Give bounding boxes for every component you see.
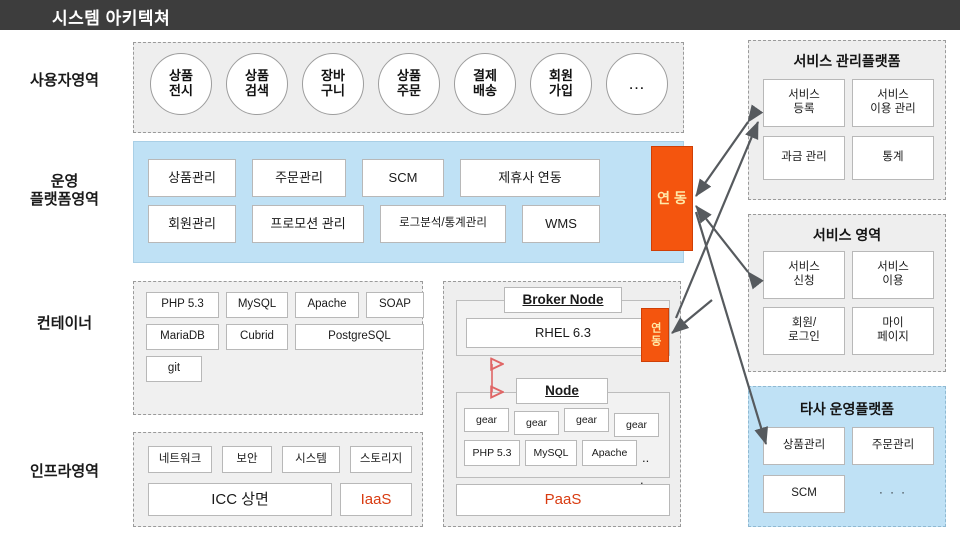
- service-area-item-use[interactable]: 서비스 이용: [852, 251, 934, 299]
- page-title: 시스템 아키텍쳐: [52, 9, 171, 28]
- container-item-git[interactable]: git: [146, 356, 202, 382]
- infra-item-network[interactable]: 네트워크: [148, 446, 212, 473]
- third-party-item-scm[interactable]: SCM: [763, 475, 845, 513]
- user-item-cart[interactable]: 장바 구니: [302, 53, 364, 115]
- container-item-soap[interactable]: SOAP: [366, 292, 424, 318]
- ops-item-order-mgmt[interactable]: 주문관리: [252, 159, 346, 197]
- service-mgmt-item-usage-mgmt[interactable]: 서비스 이용 관리: [852, 79, 934, 127]
- infra-item-storage[interactable]: 스토리지: [350, 446, 412, 473]
- ops-item-wms[interactable]: WMS: [522, 205, 600, 243]
- service-area-item-apply[interactable]: 서비스 신청: [763, 251, 845, 299]
- container-item-apache[interactable]: Apache: [295, 292, 359, 318]
- container-item-mariadb[interactable]: MariaDB: [146, 324, 219, 350]
- node-stack-mysql[interactable]: MySQL: [525, 440, 577, 466]
- node-title: Node: [516, 378, 608, 404]
- infra-item-security[interactable]: 보안: [222, 446, 272, 473]
- service-area-title: 서비스 영역: [812, 227, 882, 243]
- user-area-region: 상품 전시 상품 검색 장바 구니 상품 주문 결제 배송 회원 가입 …: [133, 42, 684, 133]
- ops-item-member-mgmt[interactable]: 회원관리: [148, 205, 236, 243]
- third-party-item-order-mgmt[interactable]: 주문관리: [852, 427, 934, 465]
- node-gear-1[interactable]: gear: [464, 408, 509, 432]
- node-gear-3[interactable]: gear: [564, 408, 609, 432]
- ops-item-log-stats[interactable]: 로그분석/통계관리: [380, 205, 506, 243]
- paas-integration-label: 연동: [649, 322, 662, 348]
- service-mgmt-platform-title: 서비스 관리플랫폼: [793, 53, 901, 69]
- arrow-ops-to-service-mgmt: [695, 104, 764, 197]
- service-mgmt-item-billing[interactable]: 과금 관리: [763, 136, 845, 180]
- paas-integration-link-box[interactable]: 연동: [641, 308, 669, 362]
- system-architecture-diagram: 시스템 아키텍쳐 사용자영역 운영 플랫폼영역 컨테이너 인프라영역 상품 전시…: [0, 0, 960, 535]
- ops-item-scm[interactable]: SCM: [362, 159, 444, 197]
- infra-item-iaas[interactable]: IaaS: [340, 483, 412, 516]
- user-item-payment[interactable]: 결제 배송: [454, 53, 516, 115]
- container-item-postgresql[interactable]: PostgreSQL: [295, 324, 424, 350]
- service-mgmt-platform-region: 서비스 관리플랫폼 서비스 등록 서비스 이용 관리 과금 관리 통계: [748, 40, 946, 200]
- node-gear-2[interactable]: gear: [514, 411, 559, 435]
- container-item-php[interactable]: PHP 5.3: [146, 292, 219, 318]
- container-item-mysql[interactable]: MySQL: [226, 292, 288, 318]
- container-region: PHP 5.3 MySQL Apache SOAP MariaDB Cubrid…: [133, 281, 424, 415]
- paas-footer-label: PaaS: [456, 484, 670, 516]
- user-item-signup[interactable]: 회원 가입: [530, 53, 592, 115]
- third-party-platform-title: 타사 운영플랫폼: [799, 401, 895, 417]
- infra-item-system[interactable]: 시스템: [282, 446, 340, 473]
- third-party-item-product-mgmt[interactable]: 상품관리: [763, 427, 845, 465]
- service-mgmt-item-stats[interactable]: 통계: [852, 136, 934, 180]
- third-party-platform-region: 타사 운영플랫폼 상품관리 주문관리 SCM · · ·: [748, 386, 946, 527]
- row-label-user: 사용자영역: [29, 72, 99, 89]
- ops-item-partner-link[interactable]: 제휴사 연동: [460, 159, 600, 197]
- service-area-item-mypage[interactable]: 마이 페이지: [852, 307, 934, 355]
- ops-integration-link-box[interactable]: 연 동: [651, 146, 693, 251]
- user-item-more[interactable]: …: [606, 53, 668, 115]
- service-area-region: 서비스 영역 서비스 신청 서비스 이용 회원/ 로그인 마이 페이지: [748, 214, 946, 372]
- node-stack-more: ..: [642, 450, 650, 465]
- infra-region: 네트워크 보안 시스템 스토리지 ICC 상면 IaaS: [133, 432, 423, 527]
- row-label-ops: 운영 플랫폼영역: [29, 173, 99, 209]
- broker-node-os[interactable]: RHEL 6.3: [466, 318, 660, 348]
- user-item-product-display[interactable]: 상품 전시: [150, 53, 212, 115]
- titlebar: 시스템 아키텍쳐: [0, 0, 960, 30]
- node-stack-php[interactable]: PHP 5.3: [464, 440, 520, 466]
- service-mgmt-item-register[interactable]: 서비스 등록: [763, 79, 845, 127]
- broker-node-title: Broker Node: [504, 287, 622, 313]
- arrow-ops-to-service-area: [695, 205, 764, 290]
- ops-platform-region: 상품관리 주문관리 SCM 제휴사 연동 회원관리 프로모션 관리 로그분석/통…: [133, 141, 684, 263]
- ops-integration-label: 연 동: [657, 190, 687, 206]
- row-label-infra: 인프라영역: [29, 463, 99, 480]
- node-stack-apache[interactable]: Apache: [582, 440, 637, 466]
- ops-item-promotion-mgmt[interactable]: 프로모션 관리: [252, 205, 364, 243]
- third-party-item-more: · · ·: [879, 487, 907, 500]
- row-label-container: 컨테이너: [36, 315, 93, 332]
- user-item-order[interactable]: 상품 주문: [378, 53, 440, 115]
- node-gear-4[interactable]: gear: [614, 413, 659, 437]
- infra-item-icc[interactable]: ICC 상면: [148, 483, 332, 516]
- ops-item-product-mgmt[interactable]: 상품관리: [148, 159, 236, 197]
- user-item-product-search[interactable]: 상품 검색: [226, 53, 288, 115]
- service-area-item-login[interactable]: 회원/ 로그인: [763, 307, 845, 355]
- container-item-cubrid[interactable]: Cubrid: [226, 324, 288, 350]
